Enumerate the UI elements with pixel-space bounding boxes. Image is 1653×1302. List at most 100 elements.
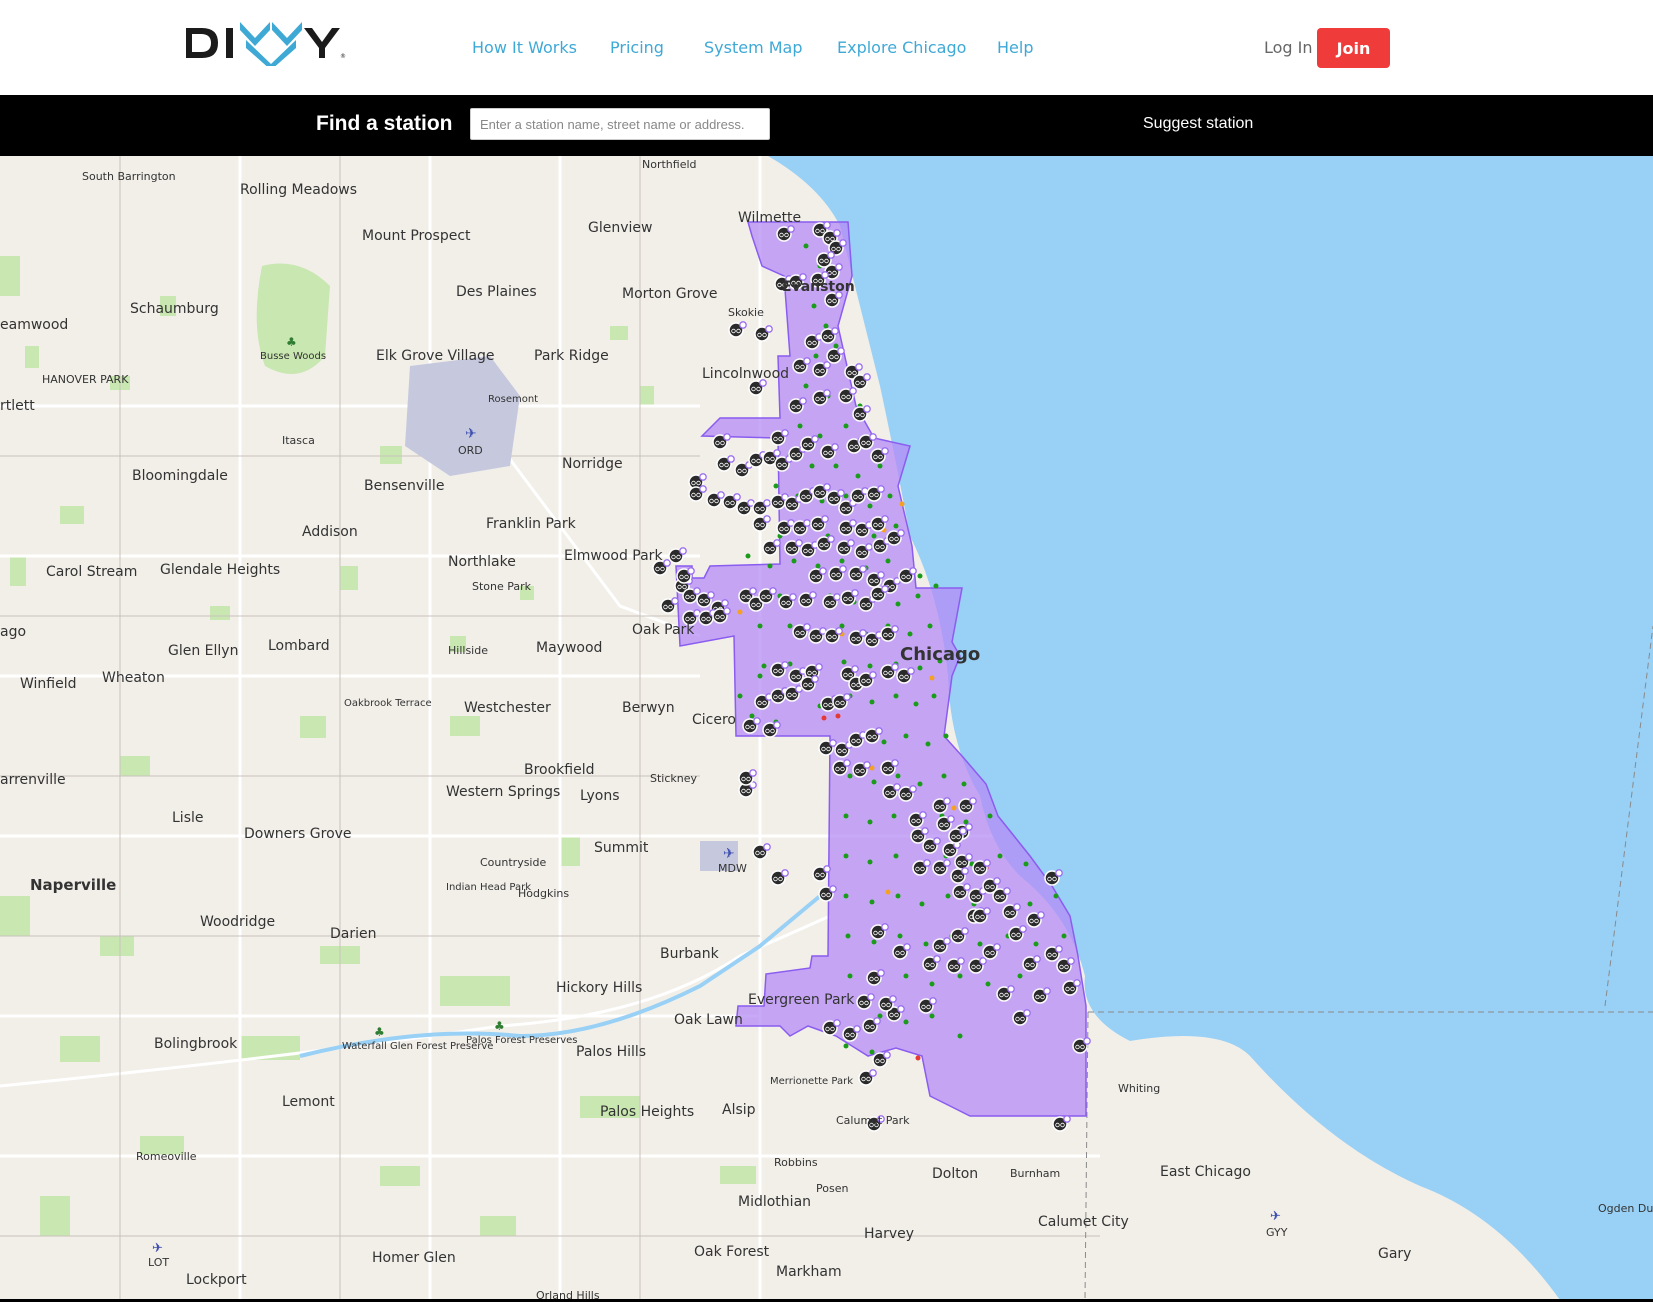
map-label: Homer Glen <box>372 1250 456 1266</box>
map-label: Hodgkins <box>518 887 569 900</box>
map-label: Cicero <box>692 712 736 728</box>
ebike-badge-icon <box>687 567 695 575</box>
nav-system-map[interactable]: System Map <box>704 38 803 57</box>
station-dot <box>997 853 1003 859</box>
ebike-badge-icon <box>781 429 789 437</box>
ebike-badge-icon <box>873 1017 881 1025</box>
ebike-badge-icon <box>881 515 889 523</box>
ebike-badge-icon <box>723 607 731 615</box>
ebike-badge-icon <box>883 1051 891 1059</box>
map-label: Gary <box>1378 1246 1411 1262</box>
map-label: Bloomingdale <box>132 468 228 484</box>
station-dot <box>893 523 899 529</box>
map-label: Elk Grove Village <box>376 348 495 364</box>
ebike-badge-icon <box>1019 925 1027 933</box>
logo-chevron-1 <box>240 22 270 46</box>
ebike-badge-icon <box>829 885 837 893</box>
map-label: Summit <box>594 840 649 856</box>
map-label: Woodridge <box>200 914 275 930</box>
station-dot <box>737 693 743 699</box>
station-search-input[interactable] <box>470 108 770 140</box>
map-label: Naperville <box>30 876 116 894</box>
station-dot <box>907 631 913 637</box>
ebike-badge-icon <box>863 761 871 769</box>
map-label: ORD <box>458 444 483 457</box>
station-dot <box>987 813 993 819</box>
map-label: Oak Forest <box>694 1244 770 1260</box>
ebike-badge-icon <box>749 587 757 595</box>
ebike-badge-icon <box>827 251 835 259</box>
ebike-badge-icon <box>739 321 747 329</box>
ebike-badge-icon <box>773 721 781 729</box>
join-button[interactable]: Join <box>1317 28 1390 68</box>
ebike-badge-icon <box>1007 985 1015 993</box>
station-dot <box>767 563 773 569</box>
station-dot <box>843 813 849 819</box>
ebike-badge-icon <box>1067 957 1075 965</box>
station-dot <box>867 503 873 509</box>
station-dot <box>1027 901 1033 907</box>
suggest-station-link[interactable]: Suggest station <box>1143 115 1253 133</box>
map-label: Markham <box>776 1264 842 1280</box>
station-dot <box>757 623 763 629</box>
nav-help[interactable]: Help <box>997 38 1033 57</box>
station-dot <box>881 739 887 745</box>
ebike-badge-icon <box>773 449 781 457</box>
park-area <box>480 1216 516 1236</box>
ebike-badge-icon <box>769 587 777 595</box>
ebike-badge-icon <box>707 591 715 599</box>
station-dot-empty <box>835 713 841 719</box>
login-link[interactable]: Log In <box>1264 38 1313 57</box>
nav-explore-chicago[interactable]: Explore Chicago <box>837 38 966 57</box>
map-label: Calumet City <box>1038 1214 1129 1230</box>
nav-how-it-works[interactable]: How It Works <box>472 38 577 57</box>
ebike-badge-icon <box>717 491 725 499</box>
station-dot <box>943 733 949 739</box>
logo-letter-y <box>304 28 340 58</box>
ebike-badge-icon <box>763 515 771 523</box>
station-dot <box>809 463 815 469</box>
station-dot <box>919 901 925 907</box>
station-dot <box>787 623 793 629</box>
ebike-badge-icon <box>833 593 841 601</box>
park-area <box>380 1166 420 1186</box>
ebike-badge-icon <box>919 811 927 819</box>
station-dot <box>791 558 797 564</box>
station-dot <box>877 463 883 469</box>
map-label: Oak Park <box>632 622 695 638</box>
station-dot <box>961 781 967 787</box>
park-area <box>210 606 230 620</box>
map-label: Chicago <box>900 644 980 665</box>
station-dot <box>903 973 909 979</box>
station-dot <box>869 699 875 705</box>
nav-pricing[interactable]: Pricing <box>610 38 664 57</box>
station-dot <box>813 353 819 359</box>
find-station-bar <box>0 95 1653 156</box>
station-dot <box>887 493 893 499</box>
map-label: Winfield <box>20 676 77 692</box>
station-dot <box>833 343 839 349</box>
station-dot <box>903 733 909 739</box>
ebike-badge-icon <box>929 997 937 1005</box>
map-label: Westchester <box>464 700 551 716</box>
ebike-badge-icon <box>699 473 707 481</box>
map-label: Wilmette <box>738 210 801 226</box>
airplane-icon: ✈ <box>723 846 735 862</box>
map-label: Glenview <box>588 220 652 236</box>
map-label: Bensenville <box>364 478 444 494</box>
ebike-badge-icon <box>727 455 735 463</box>
ebike-badge-icon <box>803 357 811 365</box>
logo-letter-d <box>186 28 218 58</box>
station-dot <box>803 243 809 249</box>
ebike-badge-icon <box>837 489 845 497</box>
divvy-logo[interactable]: ® <box>184 18 346 66</box>
station-dot <box>797 423 803 429</box>
ebike-badge-icon <box>831 443 839 451</box>
map-label: Bolingbrook <box>154 1036 238 1052</box>
system-map[interactable]: Northfield South Barrington Rolling Mead… <box>0 156 1653 1300</box>
ebike-badge-icon <box>679 547 687 555</box>
map-label: Countryside <box>480 856 546 869</box>
park-area <box>0 896 30 936</box>
map-canvas[interactable]: Northfield South Barrington Rolling Mead… <box>0 156 1653 1300</box>
ebike-badge-icon <box>863 373 871 381</box>
